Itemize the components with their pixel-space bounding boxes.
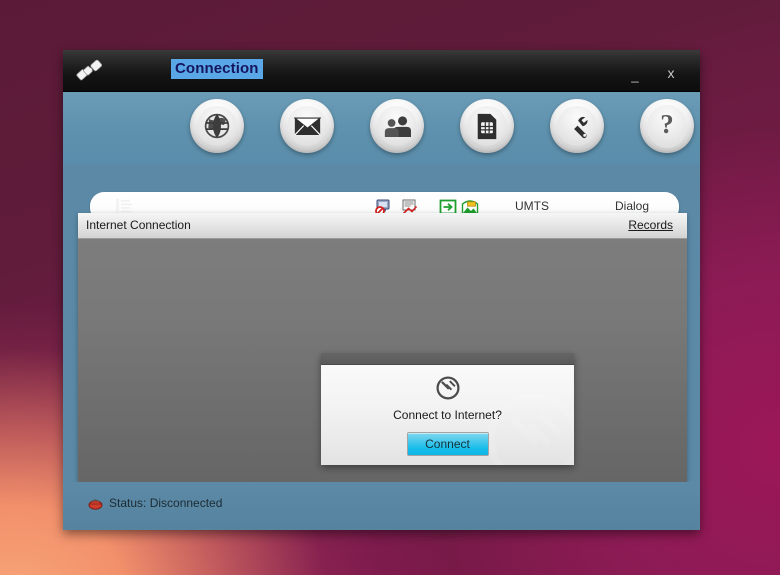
application-window: Connection _ x ? UMTS Dialog Internet Co… [63,50,700,530]
internet-button[interactable] [190,99,244,153]
envelope-icon [287,106,327,146]
window-titlebar: Connection _ x [63,50,700,92]
question-mark-icon: ? [647,104,687,148]
status-text: Status: Disconnected [109,496,223,510]
network-type-label: UMTS [515,199,549,213]
dialog-question-text: Connect to Internet? [393,408,502,422]
mail-button[interactable] [280,99,334,153]
plug-watermark-icon [487,393,574,465]
people-icon [377,106,417,146]
minimize-button[interactable]: _ [622,50,648,91]
main-toolbar: ? UMTS Dialog [63,92,700,222]
globe-icon [197,106,237,146]
dialog-titlebar [321,353,574,365]
desktop-background: Connection _ x ? UMTS Dialog Internet Co… [0,0,780,575]
sim-button[interactable] [460,99,514,153]
window-title: Connection [171,59,263,79]
plug-connector-icon [76,59,103,81]
close-button[interactable]: x [658,50,684,91]
contacts-button[interactable] [370,99,424,153]
help-button[interactable]: ? [640,99,694,153]
dialog-body: Connect to Internet? Connect [321,365,574,465]
content-panel: Internet Connection Records Connect to I… [78,213,687,482]
connection-mode-label: Dialog [615,199,650,213]
connect-button[interactable]: Connect [406,432,489,456]
plug-icon [435,376,460,400]
panel-body: Connect to Internet? Connect [78,239,687,482]
tools-button[interactable] [550,99,604,153]
connect-dialog: Connect to Internet? Connect [321,353,574,465]
panel-title: Internet Connection [86,218,191,232]
panel-header: Internet Connection Records [78,213,687,239]
tools-icon [557,106,597,146]
status-bar: Status: Disconnected [63,482,700,530]
records-link[interactable]: Records [628,218,673,232]
sim-card-icon [467,106,507,146]
disconnected-indicator-icon [88,499,103,510]
